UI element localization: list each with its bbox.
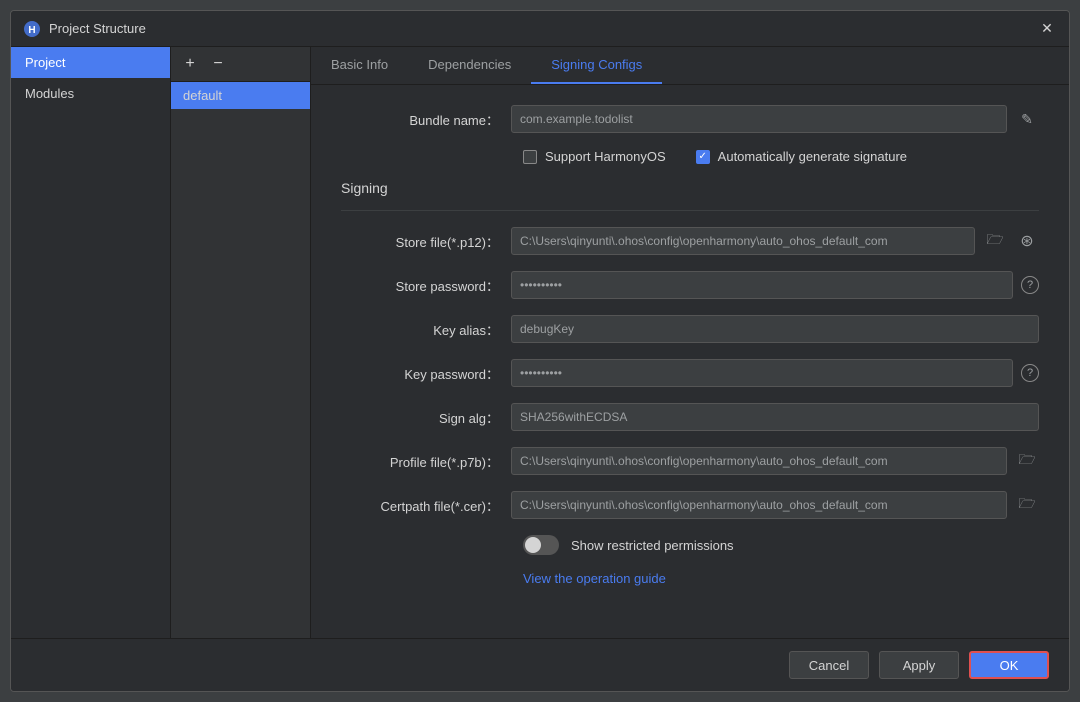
key-alias-label: Key alias： [341, 320, 511, 339]
add-button[interactable]: + [179, 53, 201, 75]
cancel-button[interactable]: Cancel [789, 651, 869, 679]
support-harmony-label: Support HarmonyOS [545, 149, 666, 164]
auto-generate-label: Automatically generate signature [718, 149, 907, 164]
show-restricted-toggle[interactable] [523, 535, 559, 555]
restricted-permissions-row: Show restricted permissions [341, 535, 1039, 555]
dialog-title: Project Structure [49, 21, 1037, 36]
middle-toolbar: + − [171, 47, 310, 82]
title-bar: H Project Structure ✕ [11, 11, 1069, 47]
close-button[interactable]: ✕ [1037, 19, 1057, 39]
support-harmony-checkbox[interactable]: Support HarmonyOS [523, 149, 666, 164]
key-password-label: Key password： [341, 364, 511, 383]
bundle-name-row: Bundle name： ✎ [341, 105, 1039, 133]
sign-alg-input-wrap [511, 403, 1039, 431]
sign-alg-label: Sign alg： [341, 408, 511, 427]
auto-generate-box: ✓ [696, 150, 710, 164]
sidebar: Project Modules [11, 47, 171, 638]
key-password-row: Key password： ? [341, 359, 1039, 387]
sign-alg-input[interactable] [511, 403, 1039, 431]
ok-button[interactable]: OK [969, 651, 1049, 679]
section-divider [341, 210, 1039, 211]
svg-text:H: H [28, 25, 35, 36]
store-password-help-icon[interactable]: ? [1021, 276, 1039, 294]
content-area: Project Modules + − default Basic Info D… [11, 47, 1069, 638]
bundle-name-input[interactable] [511, 105, 1007, 133]
profile-file-row: Profile file(*.p7b)： 🗁 [341, 447, 1039, 475]
auto-generate-checkbox[interactable]: ✓ Automatically generate signature [696, 149, 907, 164]
certpath-file-input-wrap: 🗁 [511, 491, 1039, 519]
sidebar-item-project[interactable]: Project [11, 47, 170, 78]
certpath-file-input[interactable] [511, 491, 1007, 519]
main-panel: Basic Info Dependencies Signing Configs … [311, 47, 1069, 638]
module-default-item[interactable]: default [171, 82, 310, 109]
certpath-file-browse-icon[interactable]: 🗁 [1015, 493, 1039, 517]
sidebar-item-modules[interactable]: Modules [11, 78, 170, 109]
edit-icon[interactable]: ✎ [1015, 107, 1039, 131]
tab-dependencies[interactable]: Dependencies [408, 47, 531, 84]
key-password-input-wrap: ? [511, 359, 1039, 387]
profile-file-input[interactable] [511, 447, 1007, 475]
signing-section-title: Signing [341, 180, 1039, 196]
store-file-input-wrap: 🗁 ⊛ [511, 227, 1039, 255]
store-password-input[interactable] [511, 271, 1013, 299]
profile-file-input-wrap: 🗁 [511, 447, 1039, 475]
profile-file-browse-icon[interactable]: 🗁 [1015, 449, 1039, 473]
support-harmony-box [523, 150, 537, 164]
form-area: Bundle name： ✎ Support HarmonyOS ✓ Autom… [311, 85, 1069, 638]
certpath-file-label: Certpath file(*.cer)： [341, 496, 511, 515]
certpath-file-row: Certpath file(*.cer)： 🗁 [341, 491, 1039, 519]
apply-button[interactable]: Apply [879, 651, 959, 679]
store-file-browse-icon[interactable]: 🗁 [983, 229, 1007, 253]
store-password-row: Store password： ? [341, 271, 1039, 299]
tabs-bar: Basic Info Dependencies Signing Configs [311, 47, 1069, 85]
store-file-row: Store file(*.p12)： 🗁 ⊛ [341, 227, 1039, 255]
profile-file-label: Profile file(*.p7b)： [341, 452, 511, 471]
app-icon: H [23, 20, 41, 38]
key-alias-input[interactable] [511, 315, 1039, 343]
middle-panel: + − default [171, 47, 311, 638]
checkboxes-row: Support HarmonyOS ✓ Automatically genera… [341, 149, 1039, 164]
store-password-input-wrap: ? [511, 271, 1039, 299]
sign-alg-row: Sign alg： [341, 403, 1039, 431]
store-file-input[interactable] [511, 227, 975, 255]
bundle-name-input-wrap: ✎ [511, 105, 1039, 133]
key-alias-input-wrap [511, 315, 1039, 343]
key-alias-row: Key alias： [341, 315, 1039, 343]
store-password-label: Store password： [341, 276, 511, 295]
store-file-label: Store file(*.p12)： [341, 232, 511, 251]
view-guide-link[interactable]: View the operation guide [341, 571, 1039, 586]
key-password-input[interactable] [511, 359, 1013, 387]
tab-signing-configs[interactable]: Signing Configs [531, 47, 662, 84]
toggle-knob [525, 537, 541, 553]
bottom-bar: Cancel Apply OK [11, 638, 1069, 691]
fingerprint-icon[interactable]: ⊛ [1015, 229, 1039, 253]
show-restricted-label: Show restricted permissions [571, 538, 734, 553]
dialog: H Project Structure ✕ Project Modules + … [10, 10, 1070, 692]
remove-button[interactable]: − [207, 53, 229, 75]
tab-basic-info[interactable]: Basic Info [311, 47, 408, 84]
key-password-help-icon[interactable]: ? [1021, 364, 1039, 382]
bundle-name-label: Bundle name： [341, 110, 511, 129]
